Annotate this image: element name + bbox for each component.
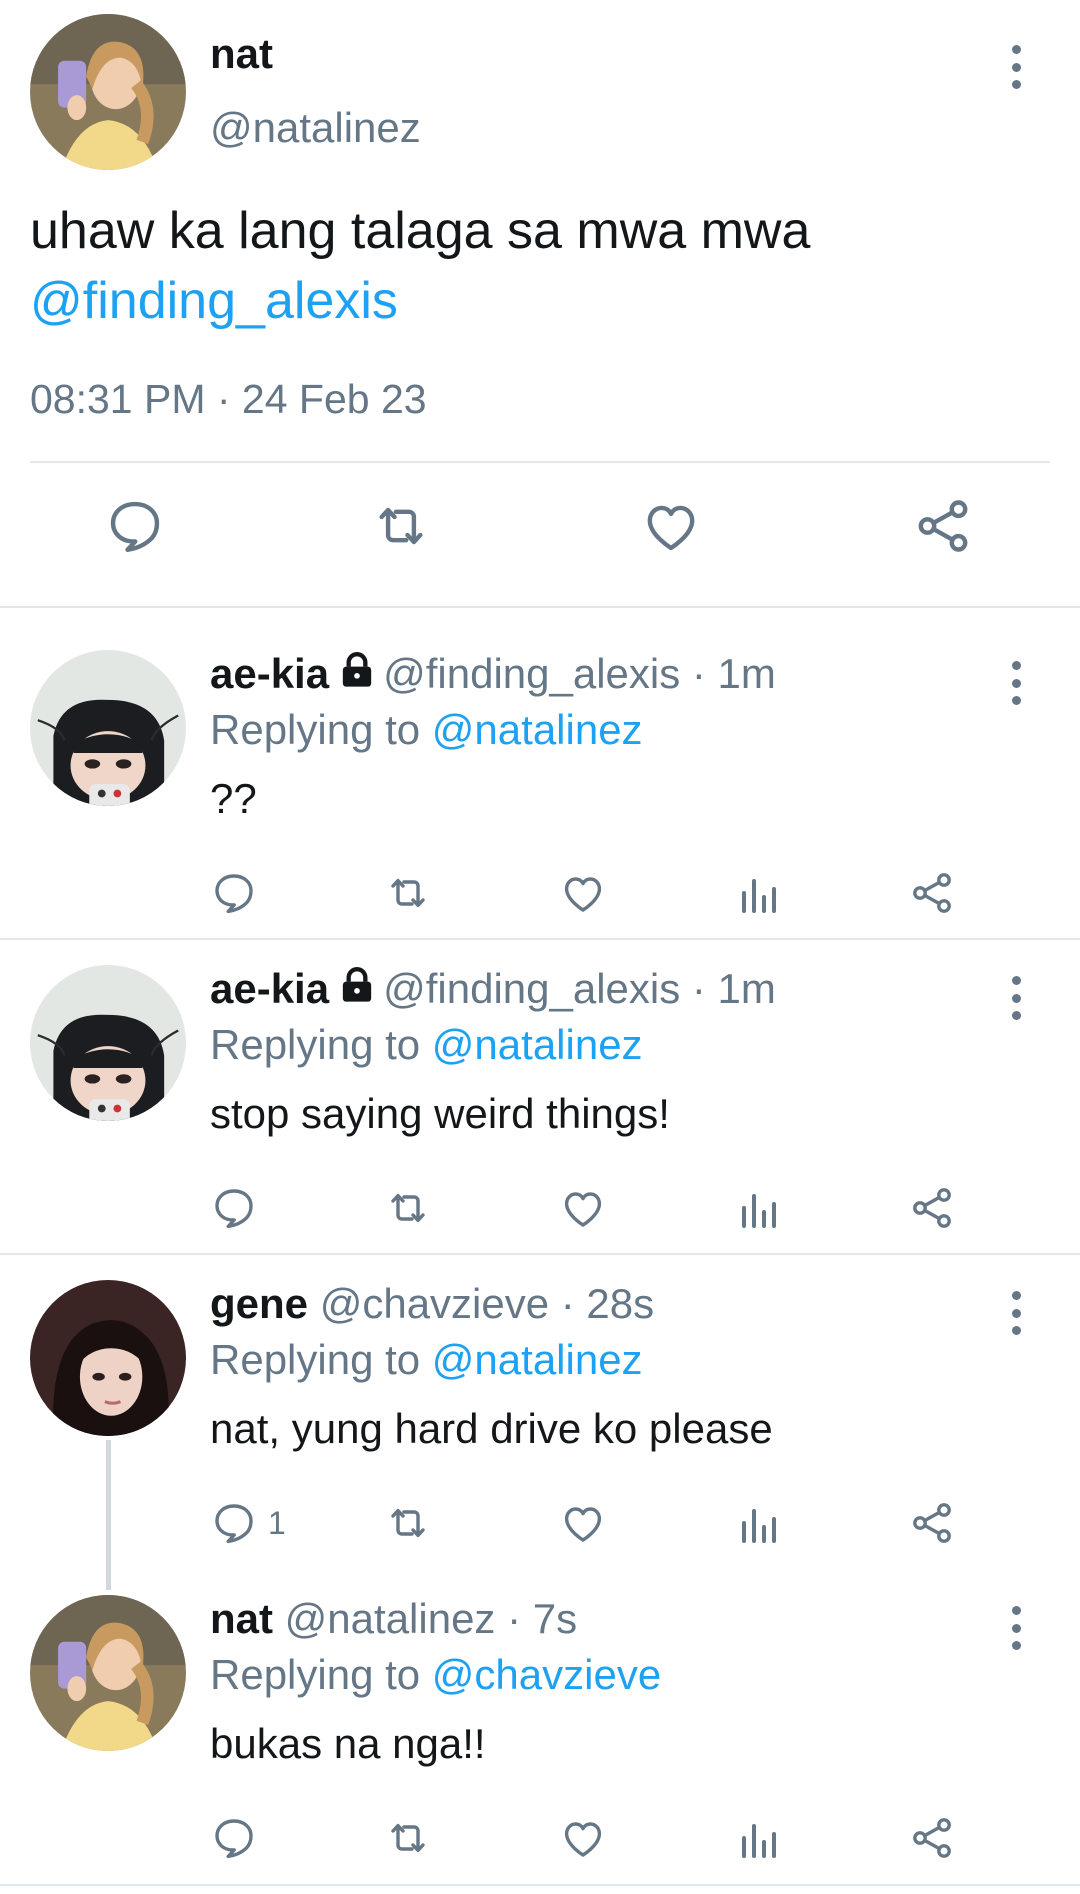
author-handle[interactable]: @chavzieve xyxy=(320,1280,549,1327)
like-icon[interactable] xyxy=(559,866,607,920)
avatar[interactable] xyxy=(30,1280,186,1436)
reply-header: ae-kia @finding_alexis · 1m xyxy=(210,650,776,698)
author-handle[interactable]: @natalinez xyxy=(210,104,421,152)
reply-text: stop saying weird things! xyxy=(210,1090,670,1137)
more-options-icon[interactable] xyxy=(1004,1291,1028,1335)
author-name[interactable]: ae-kia xyxy=(210,965,329,1012)
lock-icon xyxy=(337,965,377,1005)
replying-to: Replying to @natalinez xyxy=(210,706,643,754)
author-handle[interactable]: @finding_alexis xyxy=(383,650,680,697)
more-options-icon[interactable] xyxy=(1004,45,1028,89)
share-icon[interactable] xyxy=(912,495,982,565)
reply-time: · 7s xyxy=(507,1595,578,1642)
tweet-actions xyxy=(0,495,1080,575)
mention-link[interactable]: @natalinez xyxy=(432,1021,643,1068)
author-name[interactable]: gene xyxy=(210,1280,308,1327)
mention-link[interactable]: @finding_alexis xyxy=(30,266,1030,336)
tweet-timestamp[interactable]: 08:31 PM · 24 Feb 23 xyxy=(30,376,427,423)
share-icon[interactable] xyxy=(908,1496,956,1550)
divider xyxy=(30,461,1050,463)
replying-label: Replying to xyxy=(210,1336,421,1383)
tweet-body: uhaw ka lang talaga sa mwa mwa xyxy=(30,202,811,260)
reply-actions xyxy=(0,866,1080,926)
reply-icon[interactable] xyxy=(210,866,268,920)
tweet-text: uhaw ka lang talaga sa mwa mwa @finding_… xyxy=(30,196,1030,336)
author-handle[interactable]: @finding_alexis xyxy=(383,965,680,1012)
share-icon[interactable] xyxy=(908,1811,956,1865)
like-icon[interactable] xyxy=(559,1496,607,1550)
author-name[interactable]: ae-kia xyxy=(210,650,329,697)
reply-time: · 1m xyxy=(691,650,776,697)
reply-header: nat @natalinez · 7s xyxy=(210,1595,577,1643)
retweet-icon[interactable] xyxy=(384,1811,432,1865)
like-icon[interactable] xyxy=(559,1181,607,1235)
reply-text: nat, yung hard drive ko please xyxy=(210,1405,773,1452)
reply-text: bukas na nga!! xyxy=(210,1720,486,1767)
avatar[interactable] xyxy=(30,965,186,1121)
replying-label: Replying to xyxy=(210,1021,421,1068)
reply-actions xyxy=(0,1181,1080,1241)
reply-icon[interactable] xyxy=(104,495,174,565)
replying-to: Replying to @natalinez xyxy=(210,1336,643,1384)
reply-text: ?? xyxy=(210,775,257,822)
mention-link[interactable]: @natalinez xyxy=(432,706,643,753)
replying-label: Replying to xyxy=(210,706,421,753)
like-icon[interactable] xyxy=(640,495,710,565)
stats-icon[interactable] xyxy=(734,1496,782,1550)
reply-icon[interactable]: 1 xyxy=(210,1496,286,1550)
like-icon[interactable] xyxy=(559,1811,607,1865)
author-name[interactable]: nat xyxy=(210,1595,273,1642)
reply-icon[interactable] xyxy=(210,1811,268,1865)
replying-to: Replying to @chavzieve xyxy=(210,1651,661,1699)
more-options-icon[interactable] xyxy=(1004,1606,1028,1650)
stats-icon[interactable] xyxy=(734,1811,782,1865)
reply-actions: 1 xyxy=(0,1496,1080,1556)
reply-time: · 1m xyxy=(691,965,776,1012)
share-icon[interactable] xyxy=(908,1181,956,1235)
retweet-icon[interactable] xyxy=(384,866,432,920)
reply-header: ae-kia @finding_alexis · 1m xyxy=(210,965,776,1013)
lock-icon xyxy=(337,650,377,690)
retweet-icon[interactable] xyxy=(384,1496,432,1550)
author-name[interactable]: nat xyxy=(210,30,273,78)
replying-label: Replying to xyxy=(210,1651,421,1698)
stats-icon[interactable] xyxy=(734,1181,782,1235)
stats-icon[interactable] xyxy=(734,866,782,920)
divider xyxy=(0,1253,1080,1255)
avatar[interactable] xyxy=(30,650,186,806)
avatar[interactable] xyxy=(30,1595,186,1751)
retweet-icon[interactable] xyxy=(370,495,440,565)
divider xyxy=(0,606,1080,608)
share-icon[interactable] xyxy=(908,866,956,920)
divider xyxy=(0,1884,1080,1886)
avatar[interactable] xyxy=(30,14,186,170)
divider xyxy=(0,938,1080,940)
reply-icon[interactable] xyxy=(210,1181,268,1235)
reply-count: 1 xyxy=(268,1504,286,1541)
reply-actions xyxy=(0,1811,1080,1871)
reply-time: · 28s xyxy=(560,1280,655,1327)
mention-link[interactable]: @natalinez xyxy=(432,1336,643,1383)
more-options-icon[interactable] xyxy=(1004,976,1028,1020)
author-handle[interactable]: @natalinez xyxy=(285,1595,496,1642)
retweet-icon[interactable] xyxy=(384,1181,432,1235)
replying-to: Replying to @natalinez xyxy=(210,1021,643,1069)
more-options-icon[interactable] xyxy=(1004,661,1028,705)
reply-header: gene @chavzieve · 28s xyxy=(210,1280,654,1328)
mention-link[interactable]: @chavzieve xyxy=(432,1651,661,1698)
